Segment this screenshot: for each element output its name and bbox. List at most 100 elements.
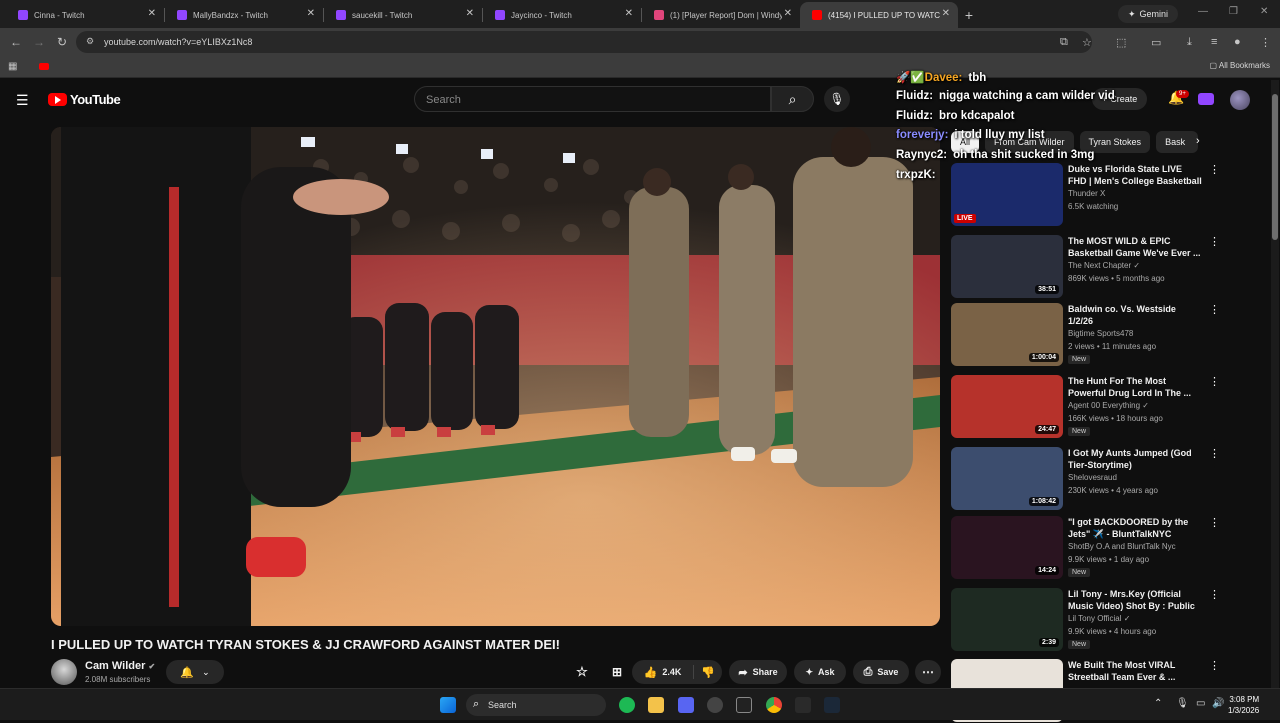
- restore-icon[interactable]: ❐: [1229, 6, 1238, 17]
- video-thumbnail[interactable]: 2:39: [951, 588, 1063, 651]
- youtube-bookmark-icon[interactable]: [39, 63, 49, 70]
- channel-name[interactable]: Cam Wilder ✔: [85, 660, 155, 672]
- system-clock[interactable]: 3:08 PM 1/3/2026: [1228, 694, 1259, 716]
- file-explorer-icon[interactable]: [648, 697, 664, 713]
- app-icon[interactable]: [707, 697, 723, 713]
- site-info-icon[interactable]: ⚙: [86, 36, 94, 47]
- app-icon[interactable]: [736, 697, 752, 713]
- bookmark-star-icon[interactable]: ☆: [1082, 36, 1092, 49]
- close-icon[interactable]: ✕: [307, 8, 315, 19]
- video-player[interactable]: [51, 127, 940, 626]
- browser-tab[interactable]: saucekill - Twitch ✕: [324, 2, 482, 28]
- like-button[interactable]: 👍 2.4K: [632, 665, 694, 679]
- video-thumbnail[interactable]: 1:08:42: [951, 447, 1063, 510]
- more-vertical-icon[interactable]: ⋮: [1209, 447, 1220, 460]
- download-icon[interactable]: ⤓: [1187, 36, 1192, 49]
- forward-icon[interactable]: →: [33, 35, 45, 49]
- chat-username[interactable]: foreverjy:: [896, 129, 948, 141]
- close-icon[interactable]: ✕: [625, 8, 633, 19]
- discord-icon[interactable]: [678, 697, 694, 713]
- search-button[interactable]: ⌕: [771, 86, 814, 112]
- more-vertical-icon[interactable]: ⋮: [1209, 303, 1220, 316]
- recommendation-channel[interactable]: The Next Chapter ✓: [1068, 261, 1140, 270]
- share-button[interactable]: ➦ Share: [729, 660, 787, 684]
- recommendation-channel[interactable]: Agent 00 Everything ✓: [1068, 401, 1149, 410]
- chrome-icon[interactable]: [766, 697, 782, 713]
- recommendation-item[interactable]: 1:08:42 I Got My Aunts Jumped (God Tier-S…: [951, 447, 1220, 511]
- more-vertical-icon[interactable]: ⋮: [1209, 659, 1220, 672]
- recommendation-channel[interactable]: Bigtime Sports478: [1068, 329, 1133, 338]
- recommendation-channel[interactable]: Shelovesraud: [1068, 473, 1117, 482]
- grid-extension-button[interactable]: ⊞: [605, 660, 629, 684]
- channel-avatar[interactable]: [51, 659, 77, 685]
- spotify-icon[interactable]: [619, 697, 635, 713]
- reload-icon[interactable]: ↻: [57, 35, 67, 49]
- ask-button[interactable]: ✦ Ask: [794, 660, 846, 684]
- app-icon[interactable]: [795, 697, 811, 713]
- minimize-icon[interactable]: —: [1198, 6, 1208, 17]
- recommendation-channel[interactable]: ShotBy O.A and BluntTalk Nyc: [1068, 542, 1176, 551]
- chevron-up-icon[interactable]: ⌃: [1154, 698, 1162, 709]
- browser-tab[interactable]: Cinna - Twitch ✕: [6, 2, 164, 28]
- recommendation-item[interactable]: 1:00:04 Baldwin co. Vs. Westside 1/2/26 Bi…: [951, 303, 1220, 367]
- profile-icon[interactable]: ●: [1234, 36, 1241, 48]
- browser-tab-active[interactable]: (4154) I PULLED UP TO WATCH ✕: [800, 2, 958, 28]
- save-button[interactable]: ⎙ Save: [853, 660, 909, 684]
- chat-username[interactable]: Fluidz:: [896, 110, 933, 122]
- video-thumbnail[interactable]: 14:24: [951, 516, 1063, 579]
- more-vertical-icon[interactable]: ⋮: [1209, 163, 1220, 176]
- more-vertical-icon[interactable]: ⋮: [1209, 375, 1220, 388]
- recommendation-channel[interactable]: Lil Tony Official ✓: [1068, 614, 1130, 623]
- recommendation-title[interactable]: The MOST WILD & EPIC Basketball Game We'…: [1068, 235, 1202, 259]
- rate-star-button[interactable]: ☆: [569, 660, 595, 684]
- recommendation-title[interactable]: Baldwin co. Vs. Westside 1/2/26: [1068, 303, 1202, 327]
- recommendation-title[interactable]: Lil Tony - Mrs.Key (Official Music Video…: [1068, 588, 1202, 612]
- recommendation-title[interactable]: We Built The Most VIRAL Streetball Team …: [1068, 659, 1202, 683]
- subscription-notification-button[interactable]: 🔔 ⌄: [166, 660, 224, 684]
- more-vertical-icon[interactable]: ⋮: [1209, 588, 1220, 601]
- recommendation-item[interactable]: 24:47 The Hunt For The Most Powerful Drug…: [951, 375, 1220, 439]
- scrollbar-thumb[interactable]: [1272, 94, 1278, 240]
- recommendation-item[interactable]: 2:39 Lil Tony - Mrs.Key (Official Music V…: [951, 588, 1220, 652]
- apps-grid-icon[interactable]: ▦: [8, 61, 17, 72]
- install-app-icon[interactable]: ⧉: [1060, 36, 1068, 49]
- side-panel-icon[interactable]: ▭: [1151, 36, 1161, 49]
- network-icon[interactable]: ▭: [1196, 698, 1205, 709]
- close-icon[interactable]: ✕: [784, 8, 792, 19]
- menu-icon[interactable]: ☰: [16, 92, 29, 109]
- chip-basketball[interactable]: Bask: [1156, 131, 1199, 153]
- browser-tab[interactable]: Jaycinco - Twitch ✕: [483, 2, 641, 28]
- steam-icon[interactable]: [824, 697, 840, 713]
- more-actions-button[interactable]: ⋯: [915, 660, 941, 684]
- close-icon[interactable]: ✕: [466, 8, 474, 19]
- twitch-extension-icon[interactable]: [1198, 93, 1214, 105]
- youtube-logo[interactable]: YouTube: [48, 92, 121, 107]
- recommendation-title[interactable]: The Hunt For The Most Powerful Drug Lord…: [1068, 375, 1202, 399]
- recommendation-title[interactable]: "I got BACKDOORED by the Jets" ✈️ - Blun…: [1068, 516, 1202, 540]
- address-bar[interactable]: ⚙ youtube.com/watch?v=eYLIBXz1Nc8: [76, 31, 1092, 53]
- recommendation-item[interactable]: 14:24 "I got BACKDOORED by the Jets" ✈️ -…: [951, 516, 1220, 580]
- new-tab-button[interactable]: +: [958, 2, 980, 28]
- extensions-icon[interactable]: ⬚: [1116, 36, 1126, 49]
- gemini-button[interactable]: ✦ Gemini: [1118, 5, 1179, 23]
- window-close-icon[interactable]: ✕: [1260, 6, 1268, 17]
- windows-start-icon[interactable]: [440, 697, 456, 713]
- reading-list-icon[interactable]: ≡: [1211, 36, 1217, 48]
- close-icon[interactable]: ✕: [942, 8, 950, 19]
- more-vertical-icon[interactable]: ⋮: [1209, 235, 1220, 248]
- dislike-button[interactable]: 👎: [694, 666, 722, 679]
- chat-username[interactable]: 🚀✅Davee:: [896, 72, 962, 84]
- more-vertical-icon[interactable]: ⋮: [1209, 516, 1220, 529]
- close-icon[interactable]: ✕: [148, 8, 156, 19]
- browser-tab[interactable]: (1) [Player Report] Dom | Windy ✕: [642, 2, 800, 28]
- volume-icon[interactable]: 🔊: [1212, 698, 1224, 709]
- recommendation-title[interactable]: I Got My Aunts Jumped (God Tier-Storytim…: [1068, 447, 1202, 471]
- chat-username[interactable]: Raynyc2:: [896, 149, 947, 161]
- video-thumbnail[interactable]: 1:00:04: [951, 303, 1063, 366]
- menu-dots-icon[interactable]: ⋮: [1260, 36, 1271, 49]
- chevron-right-icon[interactable]: ›: [1196, 135, 1200, 147]
- back-icon[interactable]: ←: [10, 35, 22, 49]
- recommendation-channel[interactable]: Thunder X: [1068, 189, 1105, 198]
- microphone-icon[interactable]: 🎙: [1176, 698, 1189, 709]
- browser-tab[interactable]: MallyBandzx - Twitch ✕: [165, 2, 323, 28]
